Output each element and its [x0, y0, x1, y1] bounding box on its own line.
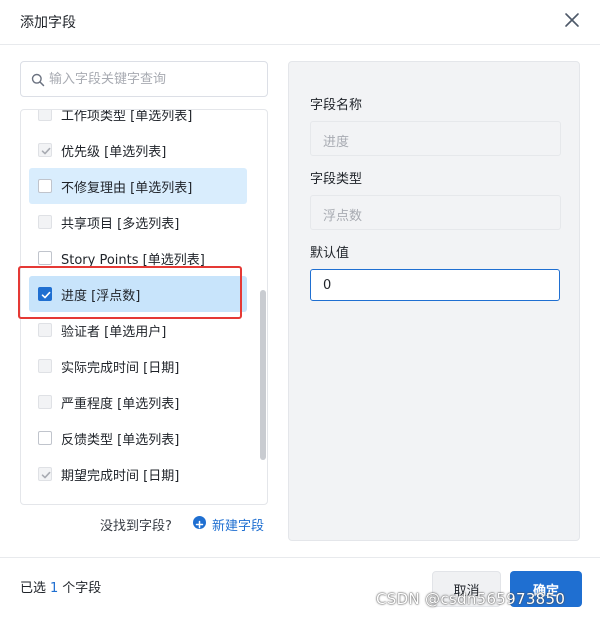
field-list-item[interactable]: 进度 [浮点数] — [29, 276, 247, 312]
field-list-item-label: 实际完成时间 [日期] — [61, 361, 180, 376]
field-list-item-label: 进度 [浮点数] — [61, 289, 141, 304]
dialog-header: 添加字段 — [0, 0, 600, 45]
field-checkbox[interactable] — [38, 251, 52, 265]
watermark: CSDN @csdn565973850 — [376, 590, 566, 608]
field-list: 工作项类型 [单选列表] 优先级 [单选列表] 不修复理由 [单选列表] 共享项目 [… — [20, 109, 268, 505]
not-found-text: 没找到字段? — [100, 519, 172, 534]
search-icon — [31, 72, 45, 87]
field-list-item-label: 工作项类型 [单选列表] — [61, 109, 193, 124]
selected-count: 1 — [50, 581, 59, 596]
field-checkbox — [38, 215, 52, 229]
field-checkbox — [38, 143, 52, 157]
field-list-item[interactable]: Story Points [单选列表] — [29, 240, 247, 276]
field-list-item[interactable]: 不修复理由 [单选列表] — [29, 168, 247, 204]
new-field-label: 新建字段 — [212, 519, 265, 534]
field-checkbox — [38, 110, 52, 121]
field-list-item-label: 期望完成时间 [日期] — [61, 469, 180, 484]
field-list-item[interactable]: 期望完成时间 [日期] — [29, 456, 247, 492]
selected-count-text: 已选 1 个字段 — [20, 577, 101, 596]
search-box — [20, 61, 268, 97]
field-type-value: 浮点数 — [323, 209, 363, 224]
field-list-item-label: 严重程度 [单选列表] — [61, 397, 180, 412]
add-field-dialog: 添加字段 工作项类型 [单选列表] 优先级 [单选列表] 不修复理由 [单选列表] 共… — [0, 0, 600, 617]
field-list-item[interactable]: 实际完成时间 [日期] — [29, 348, 247, 384]
search-input[interactable] — [49, 63, 261, 95]
field-checkbox[interactable] — [38, 431, 52, 445]
field-list-item-label: 反馈类型 [单选列表] — [61, 433, 180, 448]
field-checkbox[interactable] — [38, 179, 52, 193]
field-name-value: 进度 — [323, 135, 350, 150]
field-list-item-label: 共享项目 [多选列表] — [61, 217, 180, 232]
field-checkbox — [38, 395, 52, 409]
field-list-item-label: 验证者 [单选用户] — [61, 325, 167, 340]
field-list-item-label: 优先级 [单选列表] — [61, 145, 167, 160]
default-value-label: 默认值 — [310, 246, 350, 261]
field-type-label: 字段类型 — [310, 172, 363, 187]
field-list-item[interactable]: 共享项目 [多选列表] — [29, 204, 247, 240]
close-icon[interactable] — [562, 10, 582, 30]
field-checkbox — [38, 359, 52, 373]
field-list-item[interactable]: 优先级 [单选列表] — [29, 132, 247, 168]
field-list-item[interactable]: 反馈类型 [单选列表] — [29, 420, 247, 456]
field-list-item[interactable]: 工作项类型 [单选列表] — [29, 109, 247, 132]
field-list-scrollbar[interactable] — [260, 290, 266, 460]
field-list-item[interactable]: 严重程度 [单选列表] — [29, 384, 247, 420]
field-name-display: 进度 — [310, 121, 561, 156]
selected-prefix: 已选 — [20, 581, 47, 596]
field-checkbox[interactable] — [38, 287, 52, 301]
dialog-title: 添加字段 — [20, 15, 76, 31]
field-list-item-label: 不修复理由 [单选列表] — [61, 181, 193, 196]
field-checkbox — [38, 323, 52, 337]
dialog-footer: 已选 1 个字段 取消 确定 — [0, 557, 600, 617]
field-checkbox — [38, 467, 52, 481]
field-list-item-label: Story Points [单选列表] — [61, 253, 205, 268]
field-name-label: 字段名称 — [310, 98, 363, 113]
field-list-inner: 工作项类型 [单选列表] 优先级 [单选列表] 不修复理由 [单选列表] 共享项目 [… — [21, 109, 261, 492]
default-value-input[interactable] — [310, 269, 560, 301]
field-type-display: 浮点数 — [310, 195, 561, 230]
plus-circle-icon — [193, 516, 206, 529]
field-list-item[interactable]: 验证者 [单选用户] — [29, 312, 247, 348]
field-settings-panel: 字段名称 进度 字段类型 浮点数 默认值 — [288, 61, 580, 541]
selected-suffix: 个字段 — [62, 581, 102, 596]
